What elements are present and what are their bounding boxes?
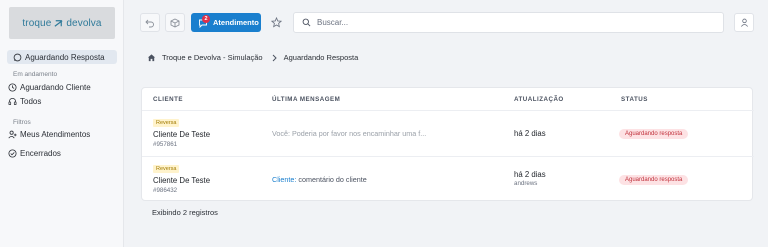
last-message-text: comentário do cliente: [298, 175, 367, 184]
sidebar-item-aguardando-resposta[interactable]: Aguardando Resposta: [7, 50, 117, 64]
reversa-tag: Reversa: [153, 119, 180, 127]
logo-mark-icon: [54, 19, 63, 27]
atendimento-label: Atendimento: [213, 18, 259, 27]
reversa-tag: Reversa: [153, 165, 180, 173]
last-message-text: Você: Poderia por favor nos encaminhar u…: [272, 129, 427, 138]
client-name: Cliente De Teste: [153, 176, 211, 185]
column-header-atualizacao: ATUALIZAÇÃO: [514, 96, 564, 103]
table-row[interactable]: Reversa Cliente De Teste #986432 Cliente…: [142, 157, 754, 201]
section-em-andamento: Em andamento: [13, 71, 58, 78]
sidebar-item-label: Todos: [20, 97, 42, 106]
star-icon: [270, 17, 282, 28]
user-icon: [740, 18, 748, 27]
breadcrumb-root[interactable]: Troque e Devolva - Simulação: [162, 53, 263, 62]
sidebar-item-label: Aguardando Resposta: [25, 52, 105, 62]
user-plus-icon: [8, 130, 17, 139]
sidebar-item-label: Encerrados: [20, 149, 61, 158]
client-id: #986432: [153, 187, 178, 194]
atendimento-button[interactable]: 2 Atendimento: [191, 13, 261, 32]
status-badge: Aguardando resposta: [619, 175, 689, 185]
headset-icon: [8, 98, 17, 106]
chevron-right-icon: [272, 54, 277, 61]
search-icon: [302, 18, 311, 27]
tickets-table: CLIENTE ÚLTIMA MENSAGEM ATUALIZAÇÃO STAT…: [141, 87, 754, 201]
sidebar-item-encerrados[interactable]: Encerrados: [8, 149, 61, 158]
column-header-cliente: CLIENTE: [153, 96, 183, 103]
sidebar-item-meus-atendimentos[interactable]: Meus Atendimentos: [8, 130, 90, 139]
sidebar-item-aguardando-cliente[interactable]: Aguardando Cliente: [8, 83, 91, 92]
home-icon[interactable]: [147, 53, 156, 62]
updated-time: há 2 dias: [514, 170, 546, 179]
last-message: Você: Poderia por favor nos encaminhar u…: [272, 129, 426, 138]
notification-badge: 2: [202, 15, 210, 23]
search-input[interactable]: [317, 18, 697, 27]
client-name: Cliente De Teste: [153, 130, 211, 139]
search-box[interactable]: [293, 12, 724, 33]
favorite-button[interactable]: [266, 13, 286, 32]
user-menu-button[interactable]: [734, 13, 754, 32]
box-icon: [170, 17, 180, 28]
column-header-ultima-mensagem: ÚLTIMA MENSAGEM: [272, 96, 341, 103]
client-id: #957861: [153, 141, 178, 148]
updated-by: andrews: [514, 180, 538, 187]
sidebar-item-label: Aguardando Cliente: [20, 83, 91, 92]
clock-icon: [8, 83, 17, 92]
section-filtros: Filtros: [13, 119, 31, 126]
column-header-status: STATUS: [621, 96, 648, 103]
logo-text-left: troque: [22, 17, 52, 29]
back-button[interactable]: [140, 13, 160, 32]
chat-icon: [13, 53, 22, 61]
sidebar: troque devolva Aguardando Resposta Em an…: [0, 0, 124, 247]
breadcrumb: Troque e Devolva - Simulação Aguardando …: [147, 53, 358, 62]
sidebar-item-label: Meus Atendimentos: [20, 130, 91, 139]
updated-time: há 2 dias: [514, 129, 546, 138]
brand-logo[interactable]: troque devolva: [9, 7, 115, 39]
sidebar-item-todos[interactable]: Todos: [8, 97, 41, 106]
last-message: Cliente: comentário do cliente: [272, 175, 367, 184]
message-sender: Cliente:: [272, 175, 297, 184]
logo-text-right: devolva: [66, 17, 102, 29]
table-row[interactable]: Reversa Cliente De Teste #957861 Você: P…: [142, 111, 754, 156]
status-badge: Aguardando resposta: [619, 129, 689, 139]
undo-icon: [145, 19, 154, 27]
check-circle-icon: [8, 149, 17, 158]
breadcrumb-current: Aguardando Resposta: [283, 53, 359, 62]
records-count: Exibindo 2 registros: [152, 208, 218, 217]
package-button[interactable]: [165, 13, 185, 32]
